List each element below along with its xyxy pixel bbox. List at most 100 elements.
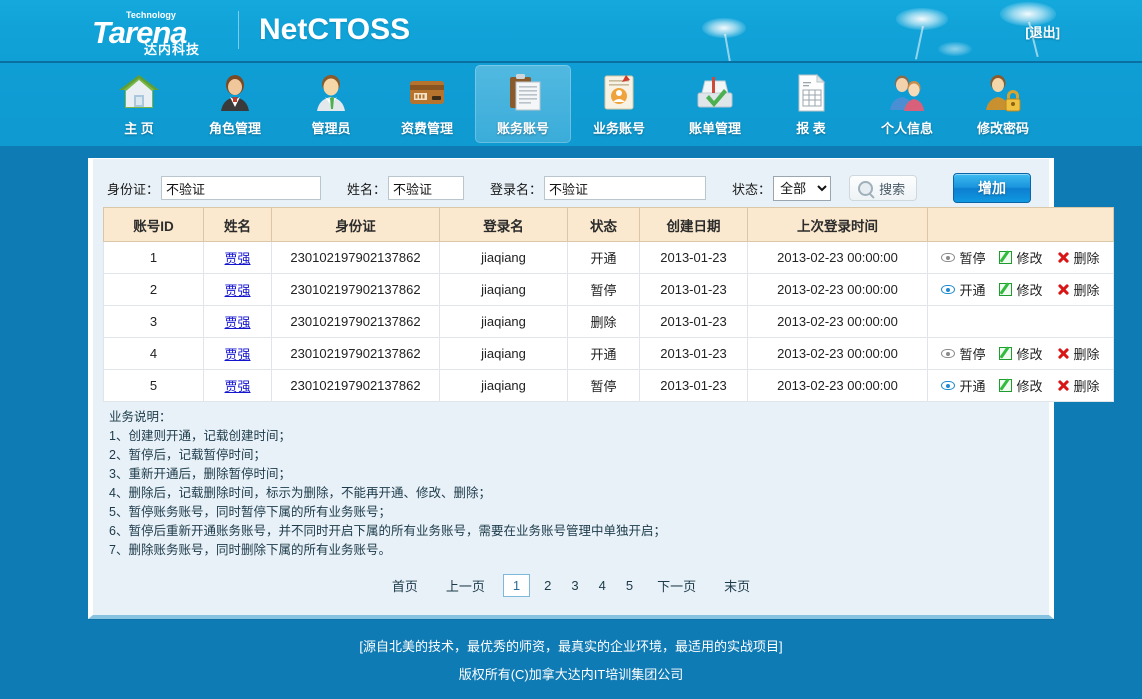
nav-item-10[interactable]: 修改密码 (955, 65, 1051, 143)
nav-item-label: 业务账号 (593, 118, 645, 137)
nav-item-label: 账务账号 (497, 118, 549, 137)
cell-account-id: 4 (104, 338, 204, 370)
pagination-page-3[interactable]: 3 (561, 576, 588, 595)
toggle-status-action[interactable]: 暂停 (941, 344, 985, 363)
edit-label: 修改 (1016, 376, 1042, 395)
cell-state: 暂停 (568, 370, 640, 402)
pencil-edit-icon (999, 379, 1012, 392)
cell-actions: 暂停 修改 删除 (928, 338, 1114, 370)
eye-icon (941, 381, 955, 390)
account-name-link[interactable]: 贾强 (224, 251, 250, 266)
pagination-page-4[interactable]: 4 (589, 576, 616, 595)
toggle-status-action[interactable]: 暂停 (941, 248, 985, 267)
pagination-first[interactable]: 首页 (378, 574, 432, 597)
nav-item-4[interactable]: 资费管理 (379, 65, 475, 143)
add-button[interactable]: 增加 (953, 173, 1031, 203)
pagination-last[interactable]: 末页 (710, 574, 764, 597)
table-row: 1贾强230102197902137862jiaqiang开通2013-01-2… (104, 242, 1114, 274)
toggle-status-label: 暂停 (959, 248, 985, 267)
pagination-page-5[interactable]: 5 (616, 576, 643, 595)
nav-item-9[interactable]: 个人信息 (859, 65, 955, 143)
idcard-input[interactable] (161, 176, 321, 200)
cell-created-date: 2013-01-23 (640, 274, 748, 306)
cell-idcard: 230102197902137862 (272, 338, 440, 370)
pagination-next[interactable]: 下一页 (643, 574, 710, 597)
nav-item-label: 管理员 (311, 118, 350, 137)
cell-name: 贾强 (204, 306, 272, 338)
table-header-cell-6: 创建日期 (640, 208, 748, 242)
table-header-cell-4: 登录名 (440, 208, 568, 242)
delete-action[interactable]: 删除 (1057, 344, 1100, 363)
nav-item-1[interactable]: 主 页 (91, 65, 187, 143)
business-note-line: 6、暂停后重新开通账务账号，并不同时开启下属的所有业务账号，需要在业务账号管理中… (109, 522, 1033, 541)
cell-idcard: 230102197902137862 (272, 274, 440, 306)
page-footer: [源自北美的技术，最优秀的师资，最真实的企业环境，最适用的实战项目] 版权所有(… (0, 619, 1142, 689)
tarena-tagline: Technology (126, 10, 176, 20)
cell-last-login: 2013-02-23 00:00:00 (748, 306, 928, 338)
table-header-cell-5: 状态 (568, 208, 640, 242)
name-input[interactable] (388, 176, 464, 200)
edit-label: 修改 (1016, 344, 1042, 363)
people-icon (885, 71, 929, 113)
business-note-line: 1、创建则开通，记载创建时间； (109, 427, 1033, 446)
cell-login-name: jiaqiang (440, 338, 568, 370)
pagination-page-2[interactable]: 2 (534, 576, 561, 595)
account-name-link[interactable]: 贾强 (224, 283, 250, 298)
name-field-label: 姓名： (347, 179, 386, 198)
cell-account-id: 1 (104, 242, 204, 274)
toggle-status-action[interactable]: 开通 (941, 376, 985, 395)
edit-action[interactable]: 修改 (999, 280, 1042, 299)
row-action-group: 暂停 修改 删除 (929, 344, 1112, 363)
cell-idcard: 230102197902137862 (272, 370, 440, 402)
table-row: 5贾强230102197902137862jiaqiang暂停2013-01-2… (104, 370, 1114, 402)
cell-name: 贾强 (204, 242, 272, 274)
pagination-prev[interactable]: 上一页 (432, 574, 499, 597)
main-navigation: 主 页 角色管理 管理员 资费管理账务账号 业务账号 账单管理报 表个人信息修改密码 (0, 61, 1142, 146)
table-header-cell-8 (928, 208, 1114, 242)
delete-label: 删除 (1074, 248, 1100, 267)
cell-actions: 暂停修改 删除 (928, 242, 1114, 274)
delete-action[interactable]: 删除 (1057, 376, 1100, 395)
toggle-status-action[interactable]: 开通 (941, 280, 985, 299)
close-x-icon (1057, 251, 1070, 264)
cell-state: 暂停 (568, 274, 640, 306)
account-name-link[interactable]: 贾强 (224, 347, 250, 362)
nav-item-2[interactable]: 角色管理 (187, 65, 283, 143)
search-button[interactable]: 搜索 (849, 175, 917, 201)
edit-action[interactable]: 修改 (999, 248, 1042, 267)
footer-slogan: [源自北美的技术，最优秀的师资，最真实的企业环境，最适用的实战项目] (0, 633, 1142, 661)
eye-icon (941, 285, 955, 294)
accounts-table: 账号ID姓名身份证登录名状态创建日期上次登录时间 1贾强230102197902… (103, 207, 1114, 402)
cell-created-date: 2013-01-23 (640, 338, 748, 370)
business-note-line: 2、暂停后，记载暂停时间； (109, 446, 1033, 465)
nav-item-8[interactable]: 报 表 (763, 65, 859, 143)
nav-item-label: 主 页 (124, 118, 154, 137)
account-name-link[interactable]: 贾强 (224, 379, 250, 394)
search-icon (858, 181, 873, 196)
nav-item-label: 角色管理 (209, 118, 261, 137)
logout-link[interactable]: [退出] (1025, 22, 1060, 41)
close-x-icon (1057, 379, 1070, 392)
nav-item-7[interactable]: 账单管理 (667, 65, 763, 143)
nav-item-5[interactable]: 账务账号 (475, 65, 571, 143)
nav-item-3[interactable]: 管理员 (283, 65, 379, 143)
toggle-status-label: 暂停 (959, 344, 985, 363)
cell-last-login: 2013-02-23 00:00:00 (748, 274, 928, 306)
edit-action[interactable]: 修改 (999, 344, 1042, 363)
cell-actions: 开通修改删除 (928, 274, 1114, 306)
account-name-link[interactable]: 贾强 (224, 315, 250, 330)
login-name-input[interactable] (544, 176, 706, 200)
business-note-line: 5、暂停账务账号，同时暂停下属的所有业务账号； (109, 503, 1033, 522)
nav-item-label: 修改密码 (977, 118, 1029, 137)
delete-action[interactable]: 删除 (1057, 280, 1100, 299)
row-action-group: 开通修改删除 (929, 280, 1112, 299)
delete-action[interactable]: 删除 (1057, 248, 1100, 267)
nav-item-6[interactable]: 业务账号 (571, 65, 667, 143)
pagination: 首页上一页12345下一页末页 (103, 562, 1039, 601)
state-select[interactable]: 全部 (773, 176, 831, 201)
pagination-page-1[interactable]: 1 (503, 574, 530, 597)
id-card-icon (597, 71, 641, 113)
row-action-group: 开通 修改删除 (929, 376, 1112, 395)
edit-action[interactable]: 修改 (999, 376, 1042, 395)
delete-label: 删除 (1074, 344, 1100, 363)
